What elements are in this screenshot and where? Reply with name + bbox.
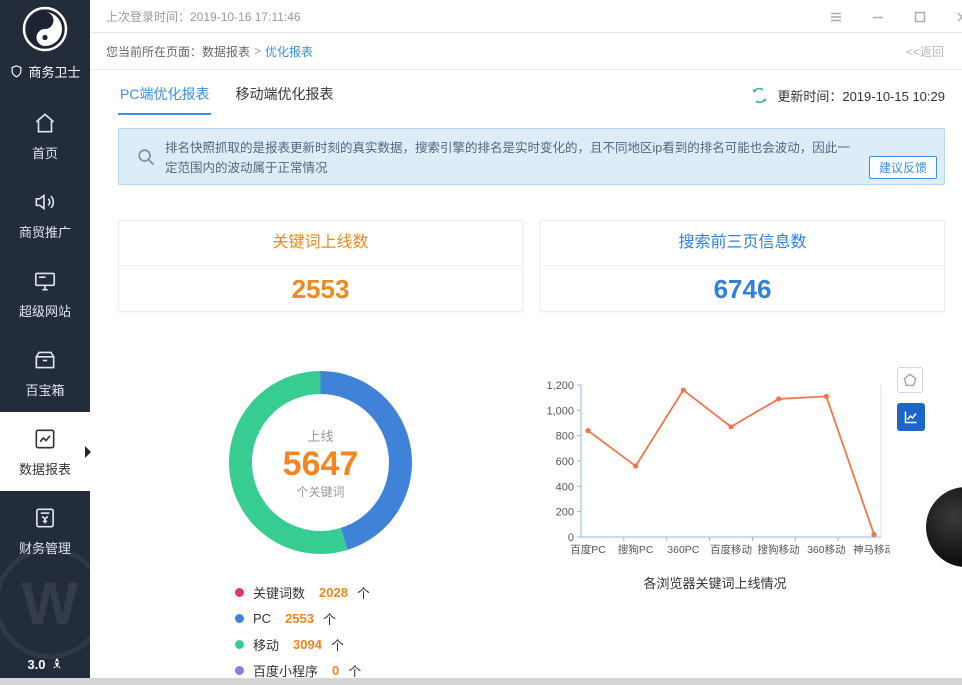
legend-unit: 个 xyxy=(357,583,370,602)
report-tabs: PC端优化报表 移动端优化报表 xyxy=(118,80,335,115)
svg-text:800: 800 xyxy=(556,431,574,443)
svg-text:360移动: 360移动 xyxy=(807,543,846,556)
legend-label: 移动 xyxy=(253,635,279,654)
svg-text:百度移动: 百度移动 xyxy=(710,543,752,556)
stat-card-keywords: 关键词上线数 2553 xyxy=(118,220,523,312)
brand-shield-icon xyxy=(9,64,24,79)
line-chart-title: 各浏览器关键词上线情况 xyxy=(540,573,890,592)
sidebar-item-home[interactable]: 首页 xyxy=(0,96,90,175)
toolbox-icon xyxy=(32,347,58,373)
svg-text:1,200: 1,200 xyxy=(546,380,574,392)
search-icon xyxy=(136,147,156,167)
update-time: 更新时间：2019-10-15 10:29 xyxy=(777,86,945,105)
sidebar-item-website[interactable]: 超级网站 xyxy=(0,254,90,333)
minimize-icon[interactable] xyxy=(871,10,885,24)
svg-text:200: 200 xyxy=(556,507,574,519)
breadcrumb-current: 优化报表 xyxy=(265,43,313,60)
breadcrumb-prefix: 您当前所在页面： xyxy=(106,43,202,60)
breadcrumb-separator: > xyxy=(254,44,261,58)
maximize-icon[interactable] xyxy=(913,10,927,24)
chart-save-button[interactable] xyxy=(897,367,923,393)
svg-text:1,000: 1,000 xyxy=(546,405,574,417)
notice-banner: 排名快照抓取的是报表更新时刻的真实数据，搜索引擎的排名是实时变化的，且不同地区i… xyxy=(118,128,945,185)
tag-icon xyxy=(903,373,917,387)
donut-legend: 关键词数 2028 个 PC 2553 个 移动 3094 个 百度小程序 0 … xyxy=(235,583,370,680)
legend-unit: 个 xyxy=(331,635,344,654)
report-chart-icon xyxy=(32,426,58,452)
stat-card-value: 6746 xyxy=(541,266,944,312)
legend-dot xyxy=(235,640,244,649)
line-chart-icon xyxy=(903,409,919,425)
nav-label: 数据报表 xyxy=(19,459,71,478)
sidebar-item-reports[interactable]: 数据报表 xyxy=(0,412,90,491)
legend-dot xyxy=(235,614,244,623)
svg-text:400: 400 xyxy=(556,481,574,493)
menu-icon[interactable] xyxy=(829,10,843,24)
legend-item-mobile[interactable]: 移动 3094 个 xyxy=(235,635,370,654)
stat-card-top3: 搜索前三页信息数 6746 xyxy=(540,220,945,312)
app-logo-icon xyxy=(22,6,68,52)
svg-text:600: 600 xyxy=(556,456,574,468)
svg-text:搜狗PC: 搜狗PC xyxy=(618,543,654,556)
back-link[interactable]: <<返回 xyxy=(906,43,944,60)
legend-value: 0 xyxy=(332,663,339,678)
legend-item-pc[interactable]: PC 2553 个 xyxy=(235,609,370,628)
tab-pc-report[interactable]: PC端优化报表 xyxy=(118,80,211,115)
rocket-icon xyxy=(51,658,63,672)
breadcrumb-parent[interactable]: 数据报表 xyxy=(202,43,250,60)
legend-label: 关键词数 xyxy=(253,583,305,602)
donut-chart-wrap: 上线 5647 个关键词 xyxy=(228,370,413,555)
refresh-row: 更新时间：2019-10-15 10:29 xyxy=(750,86,945,105)
home-icon xyxy=(32,110,58,136)
brand-name: 商务卫士 xyxy=(28,62,80,81)
window-controls xyxy=(829,0,962,33)
close-icon[interactable] xyxy=(955,10,962,24)
stat-card-title: 关键词上线数 xyxy=(119,221,522,266)
legend-value: 2028 xyxy=(319,585,348,600)
legend-dot xyxy=(235,666,244,675)
svg-text:0: 0 xyxy=(568,532,574,544)
legend-dot xyxy=(235,588,244,597)
monitor-icon xyxy=(32,268,58,294)
stat-card-value: 2553 xyxy=(119,266,522,312)
megaphone-icon xyxy=(32,189,58,215)
svg-text:神马移动: 神马移动 xyxy=(853,543,890,556)
svg-text:百度PC: 百度PC xyxy=(570,543,606,556)
svg-text:搜狗移动: 搜狗移动 xyxy=(758,543,800,556)
legend-item-keywords[interactable]: 关键词数 2028 个 xyxy=(235,583,370,602)
nav-label: 首页 xyxy=(32,143,58,162)
refresh-icon[interactable] xyxy=(750,86,769,105)
sidebar-item-toolbox[interactable]: 百宝箱 xyxy=(0,333,90,412)
notice-text: 排名快照抓取的是报表更新时刻的真实数据，搜索引擎的排名是实时变化的，且不同地区i… xyxy=(165,141,850,175)
last-login-time: 上次登录时间：2019-10-16 17:11:46 xyxy=(106,8,301,25)
sidebar-item-promotion[interactable]: 商贸推广 xyxy=(0,175,90,254)
bottom-strip xyxy=(0,678,962,685)
feedback-button[interactable]: 建议反馈 xyxy=(869,156,937,179)
line-chart: 0 200 400 600 800 1,000 1,200 百度PC 搜狗PC 360PC 百度移动… xyxy=(540,375,890,565)
nav-label: 百宝箱 xyxy=(25,380,64,399)
svg-text:360PC: 360PC xyxy=(667,544,700,556)
legend-value: 2553 xyxy=(285,611,314,626)
finance-icon xyxy=(32,505,58,531)
nav-label: 超级网站 xyxy=(19,301,71,320)
chart-type-button[interactable] xyxy=(897,403,925,431)
legend-value: 3094 xyxy=(293,637,322,652)
donut-chart xyxy=(228,370,413,555)
version-number: 3.0 xyxy=(27,657,45,672)
topbar: 上次登录时间：2019-10-16 17:11:46 xyxy=(90,0,962,33)
stat-card-title: 搜索前三页信息数 xyxy=(541,221,944,266)
tab-mobile-report[interactable]: 移动端优化报表 xyxy=(233,80,335,115)
version-badge: 3.0 xyxy=(0,657,90,672)
main-content: PC端优化报表 移动端优化报表 更新时间：2019-10-15 10:29 排名… xyxy=(90,70,962,678)
sidebar: 商务卫士 首页 商贸推广 超级网站 xyxy=(0,0,90,685)
nav-label: 商贸推广 xyxy=(19,222,71,241)
breadcrumb: 您当前所在页面： 数据报表 > 优化报表 <<返回 xyxy=(90,33,962,70)
legend-label: PC xyxy=(253,611,271,626)
sidebar-nav: 首页 商贸推广 超级网站 百宝箱 xyxy=(0,96,90,570)
brand: 商务卫士 xyxy=(0,62,90,81)
legend-unit: 个 xyxy=(323,609,336,628)
